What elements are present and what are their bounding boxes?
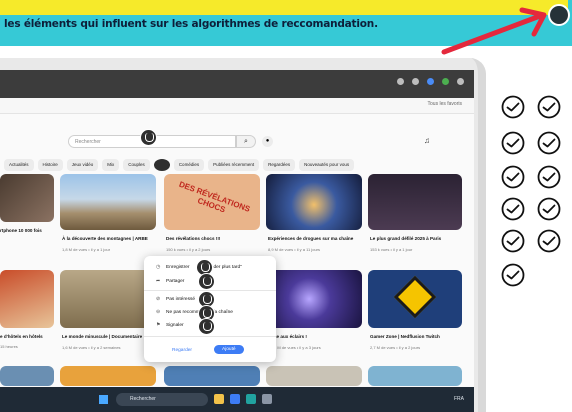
menu-item-not-interested[interactable]: ⊘ Pas intéressé (156, 297, 195, 302)
hand-pointer-icon (198, 273, 215, 290)
microphone-icon[interactable]: ● (262, 136, 273, 147)
menu-item-report[interactable]: ⚑ Signaler (156, 323, 184, 328)
video-title[interactable]: À la découverte des montagnes | ARBE (62, 236, 148, 241)
hand-pointer-icon (198, 318, 215, 335)
chip-mix[interactable]: Mix (102, 159, 120, 171)
bookmark-bar: Tous les favoris (0, 98, 474, 114)
menu-item-label: Enregistrer (166, 265, 190, 270)
check-circle-icon (537, 131, 561, 155)
flag-icon: ⚑ (156, 323, 161, 328)
menu-item-label: Pas intéressé (166, 297, 196, 302)
banner-title: les éléments qui influent sur les algori… (4, 18, 378, 30)
video-thumbnail[interactable] (0, 174, 54, 222)
file-explorer-icon[interactable] (214, 394, 224, 404)
menu-item-dont-recommend[interactable]: ⊖Ne pas recommander la chaîne (156, 310, 233, 315)
video-meta: 153 k vues • il y a 1 jour (370, 247, 413, 252)
chip-jeux-video[interactable]: Jeux vidéo (66, 159, 99, 171)
check-circle-icon (537, 197, 561, 221)
menu-item-share[interactable]: ➦ Partager (156, 279, 184, 284)
chip-actualites[interactable]: Actualités (4, 159, 34, 171)
video-thumbnail[interactable] (0, 270, 54, 328)
hand-pointer-icon (140, 129, 157, 146)
video-thumbnail[interactable]: DES RÉVÉLATIONS CHOCS (164, 174, 260, 230)
video-title[interactable]: e d'hôtels en hôtels (0, 334, 43, 339)
video-thumbnail[interactable] (60, 366, 156, 386)
reload-icon[interactable] (397, 78, 404, 85)
check-circle-icon (501, 165, 525, 189)
star-icon[interactable] (412, 78, 419, 85)
video-meta: 150 k vues • il y a 2 jours (166, 247, 211, 252)
block-icon: ⊘ (156, 297, 161, 302)
video-title[interactable]: Gamer Zone | Nedflusion Twitch (370, 334, 440, 339)
category-chips: Actualités Histoire Jeux vidéo Mix Coupl… (0, 159, 474, 171)
settings-icon[interactable] (262, 394, 272, 404)
share-icon: ➦ (156, 279, 161, 284)
store-icon[interactable] (230, 394, 240, 404)
check-circle-icon (501, 131, 525, 155)
thumbnail-overlay-text: DES RÉVÉLATIONS CHOCS (177, 179, 252, 215)
search-icon[interactable]: ⌕ (236, 135, 256, 148)
check-circle-icon (501, 197, 525, 221)
check-circle-icon (537, 95, 561, 119)
video-thumbnail[interactable] (368, 174, 462, 230)
all-bookmarks-link[interactable]: Tous les favoris (428, 101, 462, 107)
windows-start-icon[interactable] (99, 395, 108, 404)
check-circle-icon (501, 95, 525, 119)
video-thumbnail[interactable] (266, 366, 362, 386)
video-title[interactable]: rtphone 10 000 fois (0, 228, 42, 233)
check-circle-icon (537, 165, 561, 189)
video-meta: 8,9 M de vues • il y a 11 jours (268, 247, 321, 252)
red-arrow-icon (441, 7, 547, 55)
video-title[interactable]: Le monde minuscule | Documentaire (62, 334, 142, 339)
video-thumbnail[interactable] (266, 174, 362, 230)
check-circle-icon (501, 229, 525, 253)
added-button[interactable]: Ajouté (214, 345, 244, 354)
menu-divider (144, 336, 276, 337)
video-meta: 2,7 M de vues • il y a 2 jours (370, 345, 421, 350)
profile-icon[interactable] (442, 78, 449, 85)
video-thumbnail[interactable] (368, 366, 462, 386)
gamepad-icon (393, 275, 437, 319)
chip-histoire[interactable]: Histoire (37, 159, 63, 171)
minus-circle-icon: ⊖ (156, 310, 161, 315)
check-circle-icon (501, 263, 525, 287)
chip-couples[interactable]: Couples (123, 159, 150, 171)
video-title[interactable]: Expériences de drogues sur ma chaîne (268, 236, 353, 241)
system-tray[interactable]: FRA (454, 396, 464, 402)
video-title[interactable]: se aux éclairs ! (274, 334, 307, 339)
video-meta: 15 heures (0, 344, 18, 349)
avatar-icon (548, 4, 570, 26)
video-thumbnail[interactable] (164, 366, 260, 386)
video-title[interactable]: Des révélations chocs !!! (166, 236, 220, 241)
menu-item-label: Partager (166, 279, 185, 284)
video-thumbnail[interactable] (0, 366, 54, 386)
menu-item-label-suffix: der plus tard" (213, 265, 242, 270)
video-title[interactable]: Le plus grand défilé 2025 à Paris (370, 236, 441, 241)
video-thumbnail[interactable] (60, 270, 156, 328)
laptop-frame: Tous les favoris Rechercher ⌕ ● ♫ Actual… (0, 58, 486, 412)
chip-publiees-recemment[interactable]: Publiées récemment (208, 159, 260, 171)
edge-icon[interactable] (246, 394, 256, 404)
video-thumbnail[interactable] (60, 174, 156, 230)
chip-nouveautes[interactable]: Nouveautés pour vous (299, 159, 355, 171)
browser-titlebar (0, 70, 474, 98)
video-meta: 1,8 M de vues • il y a 1 jour (62, 247, 111, 252)
check-circle-icon (537, 229, 561, 253)
notification-bell-icon[interactable]: ♫ (424, 136, 430, 145)
chip-hand-marker[interactable] (153, 159, 170, 171)
video-thumbnail[interactable] (266, 270, 362, 328)
video-meta: 1,6 M de vues • il y a 2 semaines (62, 345, 121, 350)
chip-regardees[interactable]: Regardées (263, 159, 296, 171)
windows-taskbar: Rechercher FRA (0, 387, 474, 412)
video-meta: 8 M de vues • il y a 3 jours (274, 345, 321, 350)
extension-icon[interactable] (427, 78, 434, 85)
video-thumbnail[interactable] (368, 270, 462, 328)
chip-comedies[interactable]: Comédies (173, 159, 205, 171)
taskbar-search[interactable]: Rechercher (116, 393, 208, 406)
video-context-menu: ◷ Enregistrer der plus tard" ➦ Partager ⊘ Pa… (144, 256, 276, 362)
watch-button[interactable]: Regarder (172, 348, 192, 353)
menu-icon[interactable] (457, 78, 464, 85)
menu-item-label: Signaler (166, 323, 184, 328)
clock-icon: ◷ (156, 265, 161, 270)
